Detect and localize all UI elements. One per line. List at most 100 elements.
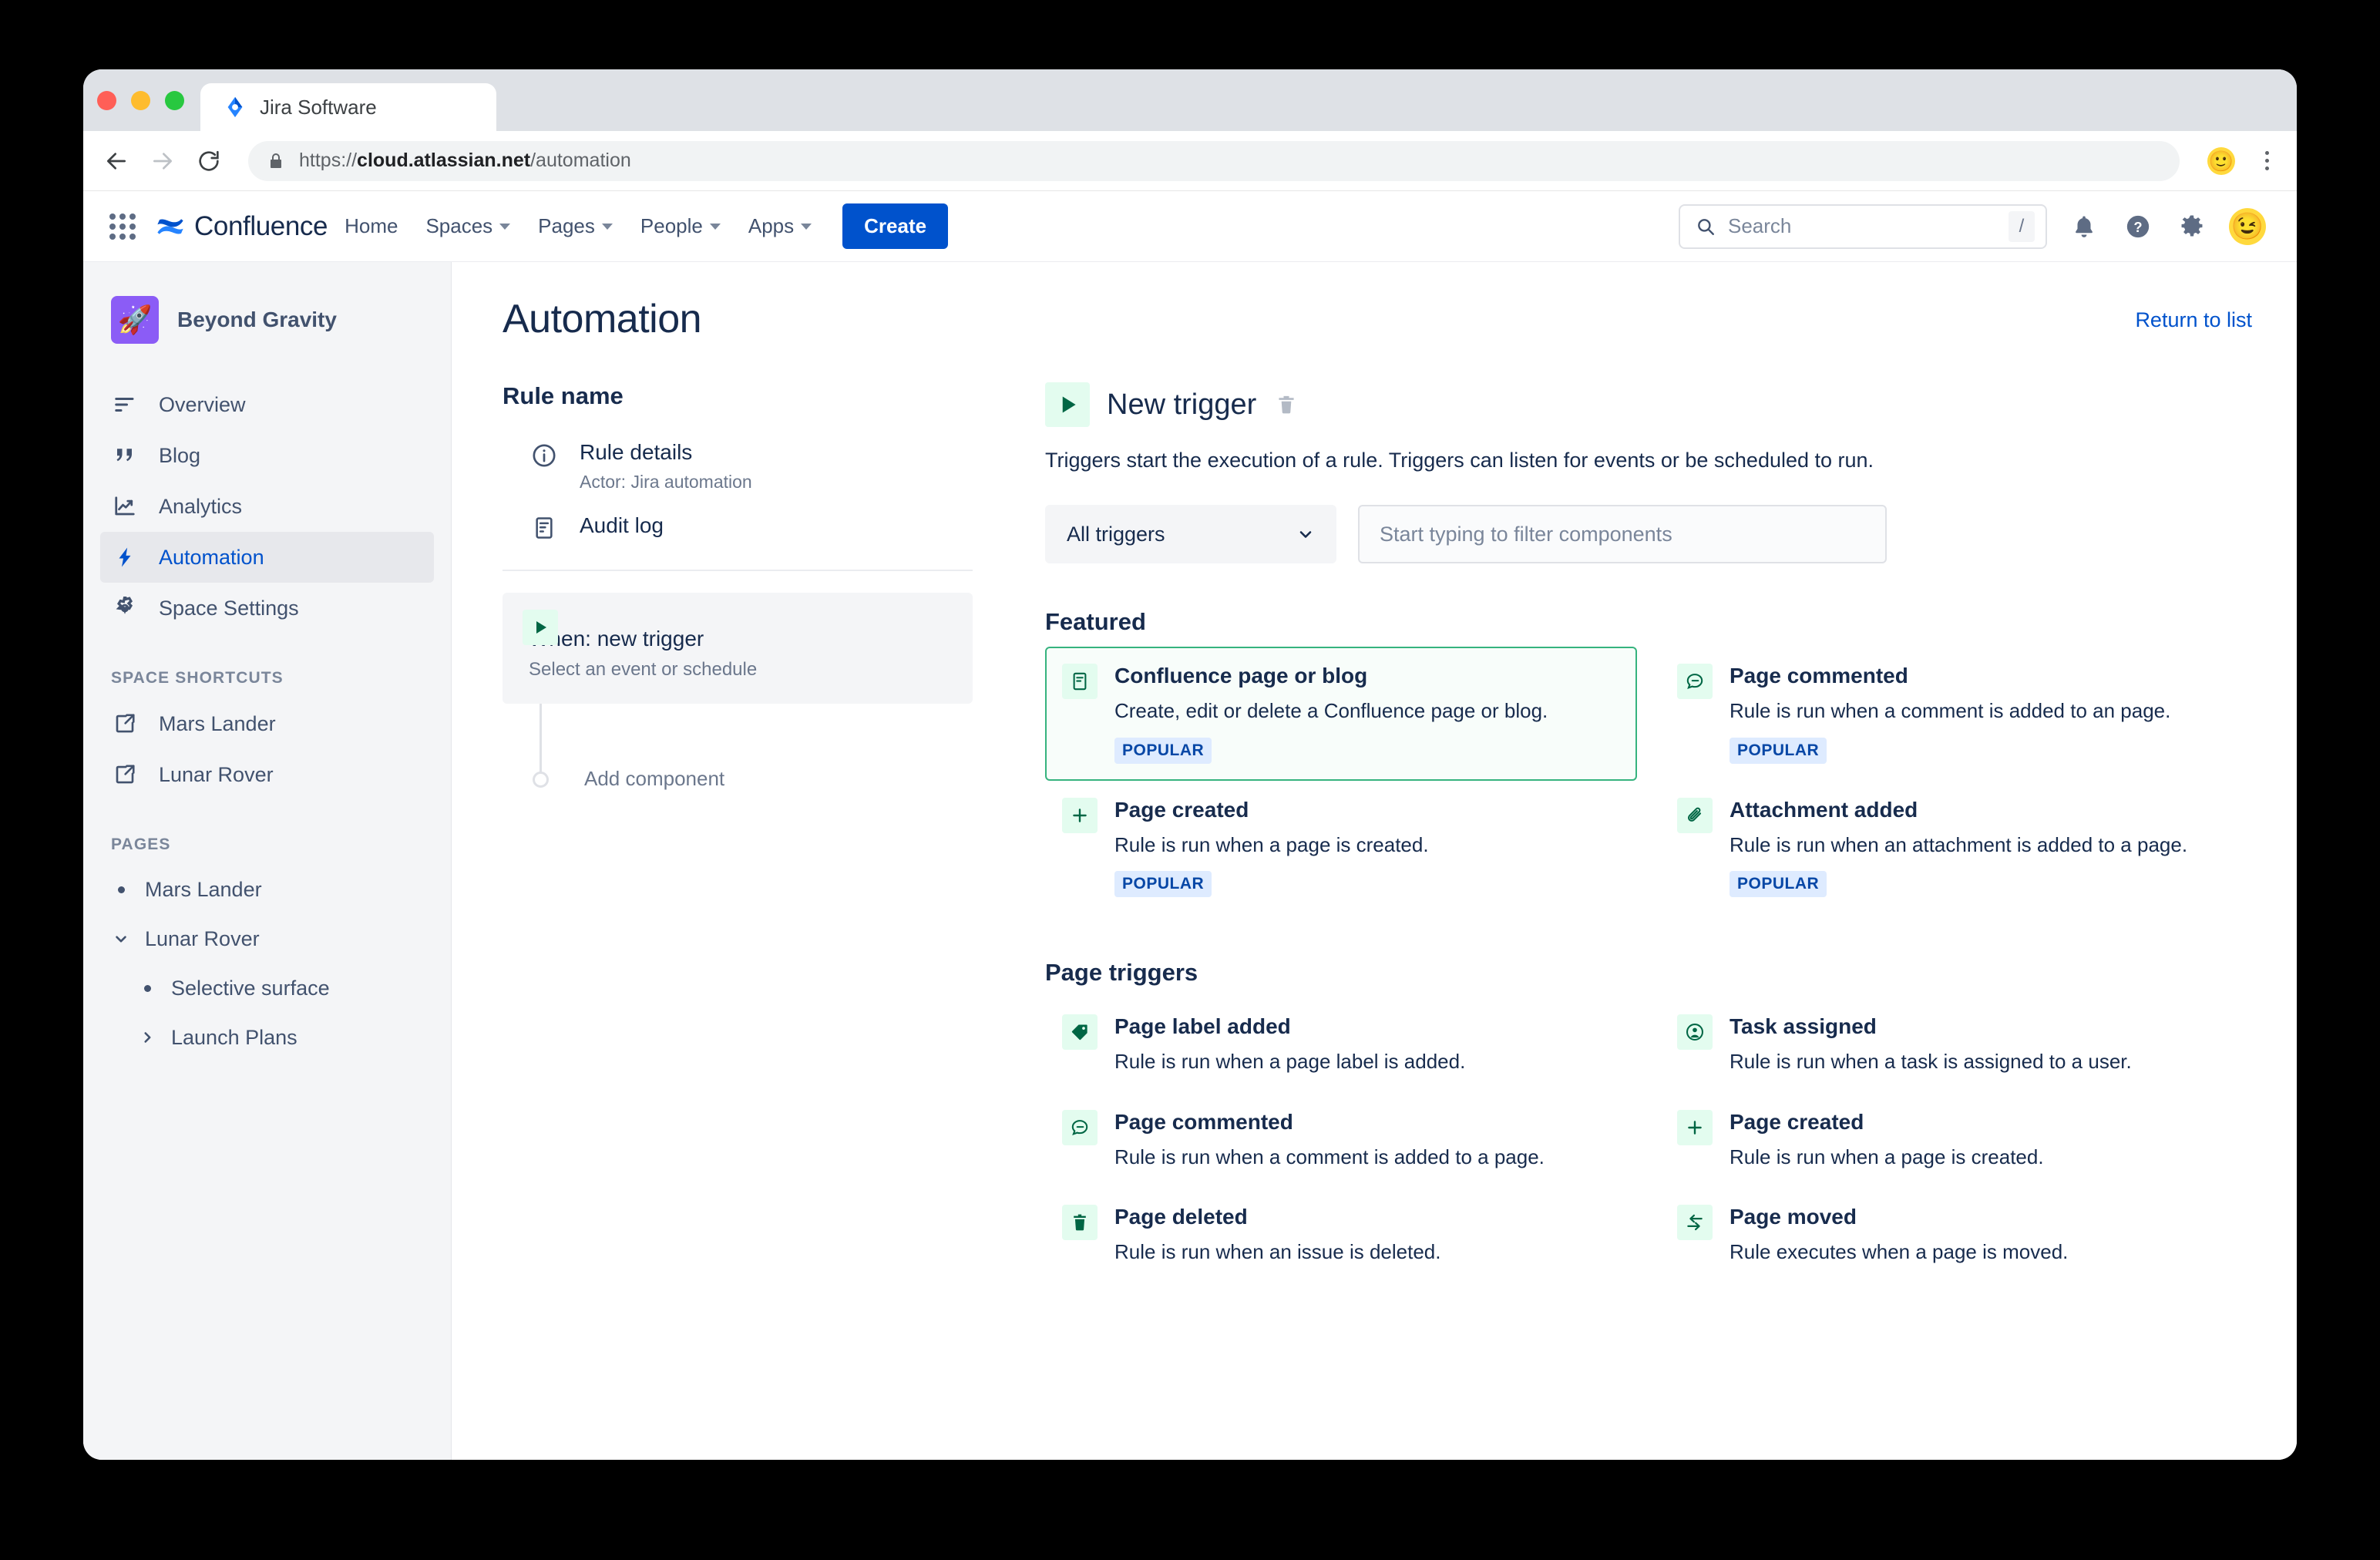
- sidebar-shortcut-lunar-rover[interactable]: Lunar Rover: [100, 749, 434, 800]
- info-icon: [529, 439, 560, 493]
- sidebar-item-overview[interactable]: Overview: [100, 379, 434, 430]
- search-input[interactable]: Search /: [1679, 203, 2047, 249]
- trigger-card-page-label-added[interactable]: Page label added Rule is run when a page…: [1045, 997, 1637, 1093]
- trigger-card-desc: Rule is run when a task is assigned to a…: [1730, 1050, 2132, 1074]
- audit-log-row[interactable]: Audit log: [503, 513, 973, 540]
- avatar-emoji: 😉: [2230, 211, 2264, 241]
- trigger-card-desc: Create, edit or delete a Confluence page…: [1114, 699, 1548, 722]
- browser-tab[interactable]: Jira Software: [200, 83, 496, 131]
- rule-trigger-block[interactable]: When: new trigger Select an event or sch…: [503, 592, 973, 704]
- sidebar-page-launch-plans[interactable]: Launch Plans: [126, 1013, 434, 1062]
- trigger-card-body: Page moved Rule executes when a page is …: [1730, 1205, 2235, 1266]
- trash-icon[interactable]: [1273, 392, 1299, 418]
- quote-icon: [111, 442, 139, 469]
- trigger-card-desc: Rule is run when a page is created.: [1114, 832, 1429, 856]
- plus-icon: [1062, 797, 1098, 833]
- trigger-card-desc: Rule is run when a page is created.: [1730, 1145, 2044, 1168]
- avatar-emoji: 🙂: [2208, 149, 2234, 173]
- trigger-card-page-commented[interactable]: Page commented Rule is run when a commen…: [1660, 647, 2252, 781]
- url-path: /automation: [530, 150, 631, 171]
- connector-line: [540, 703, 542, 778]
- trigger-card-title: Page created: [1114, 797, 1249, 822]
- close-window-button[interactable]: [97, 91, 116, 110]
- trigger-card-page-moved[interactable]: Page moved Rule executes when a page is …: [1660, 1188, 2252, 1283]
- picker-header: New trigger: [1045, 382, 2252, 427]
- picker-description: Triggers start the execution of a rule. …: [1045, 449, 1874, 472]
- trigger-card-title: Page label added: [1114, 1014, 1291, 1039]
- sidebar-item-label: Blog: [159, 443, 201, 467]
- search-shortcut-badge: /: [2009, 210, 2035, 242]
- back-arrow-icon[interactable]: [103, 148, 129, 174]
- nav-item-people[interactable]: People: [630, 207, 731, 246]
- component-filter-input[interactable]: Start typing to filter components: [1358, 505, 1887, 563]
- sidebar-page-mars-lander[interactable]: Mars Lander: [100, 865, 434, 914]
- browser-profile-avatar[interactable]: 🙂: [2207, 146, 2235, 175]
- trigger-type-select[interactable]: All triggers: [1045, 505, 1336, 563]
- chevron-right-icon[interactable]: [137, 1029, 157, 1046]
- forward-arrow-icon[interactable]: [150, 148, 176, 174]
- sidebar-page-selective-surface[interactable]: Selective surface: [126, 963, 434, 1013]
- gear-icon[interactable]: [2175, 210, 2209, 244]
- browser-menu-icon[interactable]: [2255, 151, 2278, 170]
- sidebar-item-analytics[interactable]: Analytics: [100, 481, 434, 532]
- trigger-card-title: Page commented: [1114, 1109, 1293, 1134]
- trigger-card-page-created[interactable]: Page created Rule is run when a page is …: [1045, 781, 1637, 915]
- confluence-logo[interactable]: Confluence: [156, 211, 328, 242]
- rocket-icon: 🚀: [117, 304, 153, 335]
- space-avatar: 🚀: [111, 296, 159, 344]
- trigger-card-confluence-page-or-blog[interactable]: Confluence page or blog Create, edit or …: [1045, 647, 1637, 781]
- trigger-card-body: Task assigned Rule is run when a task is…: [1730, 1014, 2235, 1076]
- nav-item-home[interactable]: Home: [334, 207, 408, 246]
- create-button[interactable]: Create: [842, 203, 949, 249]
- chevron-down-icon: [801, 223, 812, 230]
- nav-item-pages[interactable]: Pages: [527, 207, 624, 246]
- reload-icon[interactable]: [196, 148, 222, 174]
- overview-icon: [111, 391, 139, 419]
- trigger-card-page-deleted[interactable]: Page deleted Rule is run when an issue i…: [1045, 1188, 1637, 1283]
- url-text: https://cloud.atlassian.net/automation: [299, 150, 631, 172]
- help-icon[interactable]: ?: [2121, 210, 2155, 244]
- trigger-card-attachment-added[interactable]: Attachment added Rule is run when an att…: [1660, 781, 2252, 915]
- sidebar-item-blog[interactable]: Blog: [100, 430, 434, 481]
- space-header[interactable]: 🚀 Beyond Gravity: [83, 296, 451, 344]
- trigger-card-desc: Rule executes when a page is moved.: [1730, 1240, 2069, 1264]
- browser-tabstrip: Jira Software: [83, 69, 2297, 131]
- audit-log-icon: [529, 513, 560, 540]
- sidebar-item-label: Overview: [159, 392, 246, 416]
- audit-log-title: Audit log: [580, 513, 664, 537]
- maximize-window-button[interactable]: [165, 91, 184, 110]
- chevron-down-icon[interactable]: [111, 930, 131, 947]
- app-switcher-icon[interactable]: [105, 209, 140, 244]
- sidebar-page-lunar-rover[interactable]: Lunar Rover: [100, 914, 434, 963]
- url-bar[interactable]: https://cloud.atlassian.net/automation: [248, 140, 2180, 181]
- trigger-card-task-assigned[interactable]: Task assigned Rule is run when a task is…: [1660, 997, 2252, 1093]
- content-header: Automation Return to list: [503, 296, 2252, 342]
- return-to-list-link[interactable]: Return to list: [2135, 308, 2252, 332]
- picker-controls: All triggers Start typing to filter comp…: [1045, 505, 2252, 563]
- nav-label: Apps: [748, 214, 795, 237]
- trigger-card-page-created-2[interactable]: Page created Rule is run when a page is …: [1660, 1093, 2252, 1188]
- minimize-window-button[interactable]: [131, 91, 150, 110]
- trigger-card-page-commented-2[interactable]: Page commented Rule is run when a commen…: [1045, 1093, 1637, 1188]
- rule-details-title: Rule details: [580, 440, 693, 464]
- sidebar-page-label: Lunar Rover: [145, 926, 260, 950]
- rule-name-heading: Rule name: [503, 382, 624, 409]
- confluence-brand-name: Confluence: [194, 210, 328, 241]
- topnav-right-group: Search / ? 😉: [1679, 203, 2266, 249]
- bell-icon[interactable]: [2067, 210, 2101, 244]
- sidebar-item-space-settings[interactable]: Space Settings: [100, 583, 434, 634]
- nav-item-spaces[interactable]: Spaces: [415, 207, 521, 246]
- add-component-button[interactable]: Add component: [584, 767, 724, 791]
- sidebar-shortcut-mars-lander[interactable]: Mars Lander: [100, 698, 434, 749]
- url-domain: cloud.atlassian.net: [357, 150, 531, 171]
- trash-icon: [1062, 1205, 1098, 1241]
- sidebar-item-label: Mars Lander: [159, 711, 276, 735]
- trigger-type-value: All triggers: [1067, 522, 1165, 546]
- user-avatar[interactable]: 😉: [2229, 207, 2266, 245]
- sidebar-section-space-shortcuts: SPACE SHORTCUTS: [111, 669, 284, 687]
- rule-details-row[interactable]: Rule details Actor: Jira automation: [503, 439, 973, 493]
- trigger-card-body: Page deleted Rule is run when an issue i…: [1114, 1205, 1620, 1266]
- sidebar-item-automation[interactable]: Automation: [100, 532, 434, 583]
- nav-item-apps[interactable]: Apps: [738, 207, 822, 246]
- external-link-icon: [111, 761, 139, 788]
